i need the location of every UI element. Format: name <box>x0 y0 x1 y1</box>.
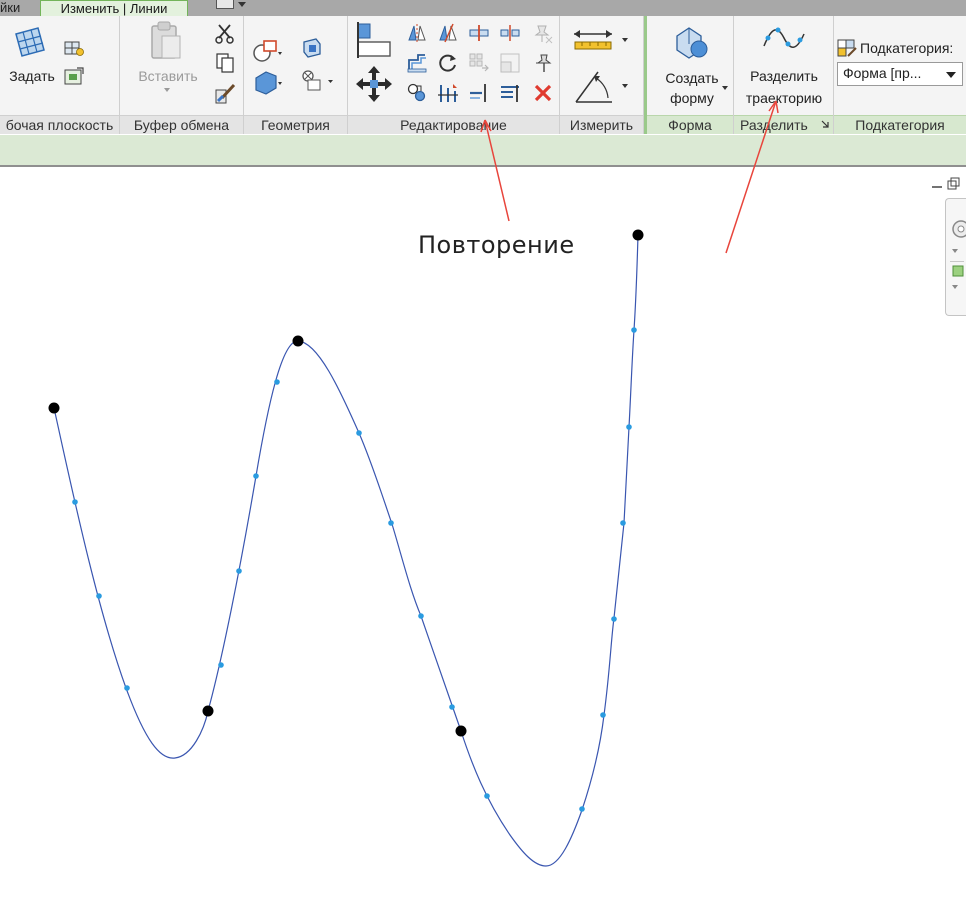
ribbon-tab-strip: йки Изменить | Линии <box>0 0 966 16</box>
mirror-pick-axis-icon[interactable] <box>406 22 428 44</box>
split-element-icon[interactable] <box>468 22 490 44</box>
divide-path-label-2[interactable]: траекторию <box>736 88 832 108</box>
move-icon[interactable] <box>354 64 394 104</box>
navigation-bar[interactable] <box>945 198 966 316</box>
panel-label-work-plane: бочая плоскость <box>0 115 119 134</box>
dimension-chevron-down-icon[interactable] <box>622 84 628 88</box>
steering-wheel-icon[interactable] <box>949 219 966 239</box>
subcategory-select[interactable]: Форма [пр... <box>837 62 963 86</box>
ribbon: Задать бочая плоскость Вставить Буфер об… <box>0 16 966 134</box>
tab-previous[interactable]: йки <box>0 0 34 16</box>
tab-modify-lines[interactable]: Изменить | Линии <box>40 0 188 16</box>
mirror-draw-axis-icon[interactable] <box>437 22 459 44</box>
unpin-icon <box>534 25 553 44</box>
split-with-gap-icon[interactable] <box>499 22 521 44</box>
split-face-icon[interactable] <box>252 68 282 96</box>
array-icon <box>469 53 489 72</box>
paint-face-icon[interactable] <box>300 36 324 60</box>
work-plane-grid-icon[interactable] <box>12 24 48 60</box>
scale-icon <box>500 53 520 73</box>
panel-work-plane: Задать бочая плоскость <box>0 16 120 134</box>
view-restore-icon[interactable] <box>930 177 962 191</box>
quick-access-dropdown[interactable] <box>216 0 250 12</box>
panel-label-subcategory: Подкатегория <box>834 115 966 134</box>
wall-joins-icon[interactable] <box>300 68 336 94</box>
set-work-plane-button[interactable]: Задать <box>4 66 60 86</box>
navbar-divider <box>950 261 964 262</box>
divide-path-label-1[interactable]: Разделить <box>736 66 832 86</box>
panel-label-geometry: Геометрия <box>244 115 347 134</box>
cope-join-icon[interactable] <box>252 38 282 64</box>
offset-icon[interactable] <box>406 52 428 74</box>
chevron-down-icon[interactable] <box>952 249 958 253</box>
zoom-chevron-down-icon[interactable] <box>952 285 958 289</box>
dialog-launcher-icon[interactable] <box>820 119 830 129</box>
trim-extend-single-icon[interactable] <box>468 82 490 104</box>
align-icon[interactable] <box>354 20 394 60</box>
annotation-label: Повторение <box>418 231 575 259</box>
chevron-down-icon <box>946 72 956 78</box>
panel-toggle-icon <box>216 0 234 9</box>
divide-path-icon[interactable] <box>762 24 806 54</box>
create-form-label-2[interactable]: форму <box>653 88 731 108</box>
panel-modify: Редактирование <box>348 16 560 134</box>
options-bar <box>0 135 966 167</box>
drawing-canvas[interactable] <box>0 169 966 908</box>
angular-dimension-icon[interactable] <box>572 68 616 106</box>
panel-measure: Измерить <box>560 16 644 134</box>
trim-extend-corner-icon[interactable] <box>499 82 521 104</box>
viewer-icon[interactable] <box>63 66 85 88</box>
copy-icon[interactable] <box>214 52 236 74</box>
match-type-brush-icon[interactable] <box>214 82 238 106</box>
measure-chevron-down-icon[interactable] <box>622 38 628 42</box>
subcategory-select-value: Форма [пр... <box>843 65 922 81</box>
create-form-chevron-down-icon[interactable] <box>722 86 728 90</box>
panel-label-measure: Измерить <box>560 115 643 134</box>
paste-button[interactable]: Вставить <box>128 66 208 86</box>
panel-form: Создать форму Форма <box>644 16 734 134</box>
copy-element-icon[interactable] <box>406 82 428 104</box>
subcategory-icon <box>837 39 857 57</box>
chevron-down-icon <box>238 2 246 7</box>
panel-label-clipboard: Буфер обмена <box>120 115 243 134</box>
reference-plane-icon[interactable] <box>63 38 85 58</box>
pin-icon[interactable] <box>532 52 554 74</box>
paste-chevron-down-icon[interactable] <box>164 88 170 92</box>
panel-label-modify: Редактирование <box>348 115 559 134</box>
rotate-icon[interactable] <box>437 52 459 74</box>
cut-icon[interactable] <box>214 22 236 44</box>
panel-clipboard: Вставить Буфер обмена <box>120 16 244 134</box>
delete-icon[interactable] <box>532 82 554 104</box>
panel-divide: Разделить траекторию Разделить <box>734 16 834 134</box>
panel-geometry: Геометрия <box>244 16 348 134</box>
trim-extend-multiple-icon[interactable] <box>437 82 459 104</box>
panel-label-form: Форма <box>647 115 733 134</box>
create-form-icon[interactable] <box>671 22 711 62</box>
paste-icon[interactable] <box>146 20 186 62</box>
create-form-label-1[interactable]: Создать <box>653 68 731 88</box>
measure-distance-icon[interactable] <box>572 26 614 54</box>
zoom-region-icon[interactable] <box>952 265 966 279</box>
panel-subcategory: Подкатегория: Форма [пр... Подкатегория <box>834 16 966 134</box>
panel-label-divide: Разделить <box>734 115 833 134</box>
subcategory-title: Подкатегория: <box>860 40 954 56</box>
